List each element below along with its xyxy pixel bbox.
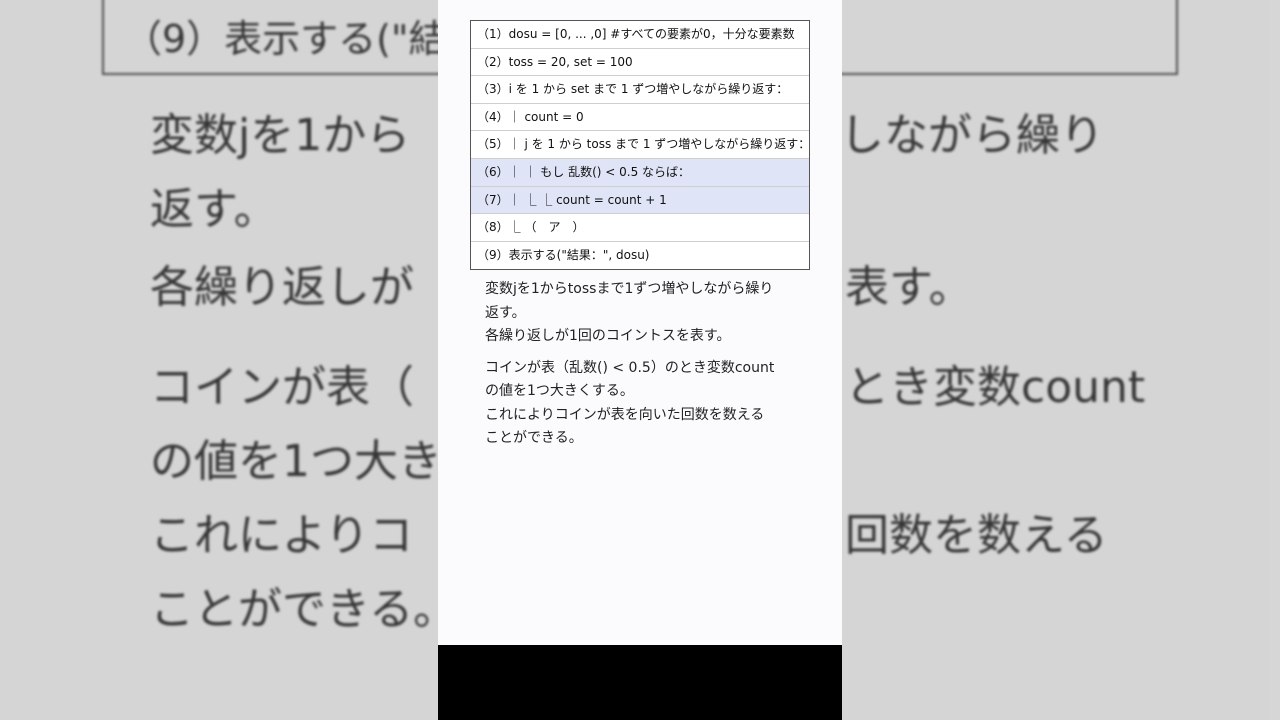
- code-line-2: （2）toss = 20, set = 100: [471, 49, 809, 77]
- explanation-line: 各繰り返しが1回のコイントスを表す。: [485, 328, 731, 344]
- explanation-text: 変数jを1からtossまで1ずつ増やしながら繰り 返す。 各繰り返しが1回のコイ…: [485, 278, 805, 459]
- explanation-line: コインが表（乱数() < 0.5）のとき変数count: [485, 359, 775, 376]
- code-line-7-highlighted: （7）｜ ⎿ ⎿ count = count + 1: [471, 186, 809, 215]
- pseudocode-table: （1）dosu = [0, ... ,0] #すべての要素が0，十分な要素数 （…: [470, 20, 810, 271]
- code-line-5: （5）｜ j を 1 から toss まで 1 ずつ増やしながら繰り返す：: [471, 131, 809, 159]
- explanation-line: 変数jを1からtossまで1ずつ増やしながら繰り: [485, 281, 774, 297]
- code-line-6-highlighted: （6）｜ ｜ もし 乱数() < 0.5 ならば：: [471, 158, 809, 187]
- explanation-paragraph-2: コインが表（乱数() < 0.5）のとき変数count の値を1つ大きくする。 …: [485, 357, 805, 451]
- content-panel: （1）dosu = [0, ... ,0] #すべての要素が0，十分な要素数 （…: [438, 0, 842, 720]
- code-line-8: （8）⎿ （ ア ）: [471, 214, 809, 242]
- explanation-paragraph-1: 変数jを1からtossまで1ずつ増やしながら繰り 返す。 各繰り返しが1回のコイ…: [485, 278, 805, 349]
- explanation-line: ことができる。: [485, 430, 583, 446]
- explanation-line: の値を1つ大きくする。: [485, 383, 634, 399]
- code-line-4: （4）｜ count = 0: [471, 104, 809, 132]
- content-card: （1）dosu = [0, ... ,0] #すべての要素が0，十分な要素数 （…: [438, 0, 842, 645]
- explanation-line: 返す。: [485, 304, 526, 321]
- code-line-9: （9）表示する("結果：", dosu): [477, 247, 650, 262]
- explanation-line: これによりコインが表を向いた回数を数える: [485, 406, 765, 423]
- code-line-3: （3）i を 1 から set まで 1 ずつ増やしながら繰り返す：: [471, 76, 809, 104]
- code-line-1: （1）dosu = [0, ... ,0] #すべての要素が0，十分な要素数: [471, 21, 809, 49]
